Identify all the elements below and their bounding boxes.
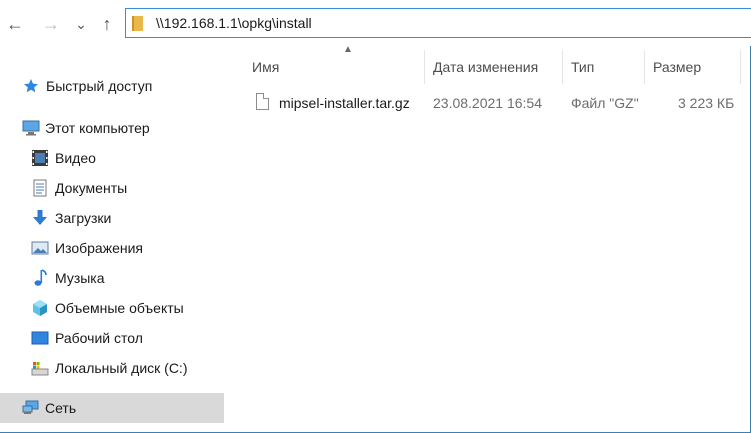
recent-locations-button[interactable]: ⌄ [70, 9, 92, 39]
sidebar-item-quick-access[interactable]: Быстрый доступ [0, 71, 224, 101]
navigation-pane: Быстрый доступ Этот компьютер Видео Доку… [0, 46, 224, 432]
sidebar-item-label: Видео [55, 150, 96, 166]
sidebar-item-label: Этот компьютер [45, 120, 150, 136]
sidebar-item-label: Изображения [55, 240, 143, 256]
sidebar-item-label: Загрузки [55, 210, 112, 226]
music-icon [31, 269, 49, 287]
forward-button[interactable]: → [40, 9, 62, 39]
up-arrow-icon: ↑ [102, 13, 112, 34]
sidebar-item-label: Сеть [45, 400, 77, 416]
sidebar-item-this-pc[interactable]: Этот компьютер [0, 113, 224, 143]
network-icon [22, 399, 40, 417]
sidebar-item-label: Объемные объекты [55, 300, 184, 316]
sidebar-item-downloads[interactable]: Загрузки [0, 203, 224, 233]
column-divider[interactable] [644, 50, 645, 84]
file-date: 23.08.2021 16:54 [433, 95, 542, 111]
downloads-icon [31, 209, 49, 227]
sidebar-item-video[interactable]: Видео [0, 143, 224, 173]
column-header-type[interactable]: Тип [571, 54, 594, 80]
column-header-size[interactable]: Размер [653, 54, 701, 80]
documents-icon [31, 179, 49, 197]
file-type: Файл "GZ" [571, 95, 639, 111]
address-path[interactable]: \\192.168.1.1\opkg\install [156, 15, 312, 31]
file-name: mipsel-installer.tar.gz [279, 95, 410, 111]
file-icon [256, 93, 269, 110]
back-button[interactable]: ← [4, 9, 26, 39]
column-header-name[interactable]: Имя [252, 54, 279, 80]
pictures-icon [31, 239, 49, 257]
sidebar-item-desktop[interactable]: Рабочий стол [0, 323, 224, 353]
column-divider[interactable] [424, 50, 425, 84]
sidebar-item-label: Документы [55, 180, 128, 196]
folder-icon [132, 16, 143, 31]
video-icon [31, 149, 49, 167]
sort-ascending-icon: ▲ [343, 44, 353, 55]
sidebar-item-documents[interactable]: Документы [0, 173, 224, 203]
back-arrow-icon: ← [6, 13, 24, 34]
desktop-icon [31, 329, 49, 347]
column-header-date[interactable]: Дата изменения [433, 54, 538, 80]
sidebar-item-label: Музыка [55, 270, 105, 286]
file-size: 3 223 КБ [678, 95, 735, 111]
chevron-down-icon: ⌄ [75, 15, 87, 32]
3d-objects-icon [31, 299, 49, 317]
navigation-bar: ← → ⌄ ↑ \\192.168.1.1\opkg\install [0, 0, 751, 46]
column-divider[interactable] [562, 50, 563, 84]
file-list: ▲ Имя Дата изменения Тип Размер mipsel-i… [242, 44, 751, 432]
drive-icon [31, 359, 49, 377]
sidebar-item-network[interactable]: Сеть [0, 393, 224, 423]
computer-icon [22, 119, 40, 137]
forward-arrow-icon: → [42, 13, 60, 34]
address-bar[interactable]: \\192.168.1.1\opkg\install [125, 8, 751, 38]
up-button[interactable]: ↑ [96, 9, 118, 39]
sidebar-item-pictures[interactable]: Изображения [0, 233, 224, 263]
sidebar-item-3d-objects[interactable]: Объемные объекты [0, 293, 224, 323]
sidebar-item-label: Быстрый доступ [46, 78, 153, 94]
sidebar-item-label: Рабочий стол [55, 330, 143, 346]
column-divider[interactable] [740, 50, 741, 84]
sidebar-item-label: Локальный диск (C:) [55, 360, 188, 376]
sidebar-item-music[interactable]: Музыка [0, 263, 224, 293]
sidebar-item-local-disk[interactable]: Локальный диск (C:) [0, 353, 224, 383]
star-icon [22, 77, 40, 95]
file-row[interactable]: mipsel-installer.tar.gz 23.08.2021 16:54… [242, 90, 751, 116]
